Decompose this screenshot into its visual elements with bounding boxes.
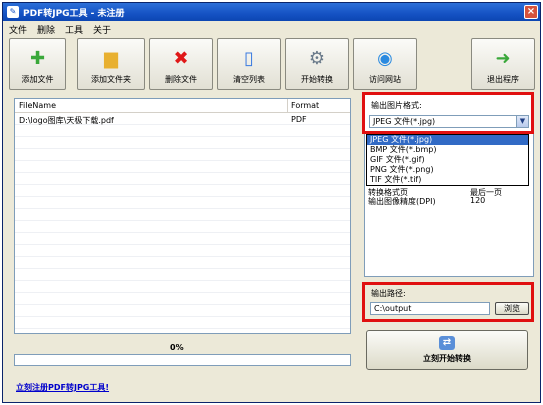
property-value[interactable]: 120 [470,196,485,205]
clear-list-label: 清空列表 [233,75,265,84]
exit-label: 退出程序 [487,75,519,84]
chevron-down-icon[interactable]: ▼ [516,116,528,127]
trash-icon: ▯ [244,47,254,69]
output-path-group: 输出路径: C:\output 浏览 [362,282,534,322]
property-key: 输出图像精度(DPI) [368,197,436,206]
folder-icon: ▆ [104,47,118,69]
output-path-label: 输出路径: [371,289,406,298]
exit-arrow-icon: ➜ [495,47,511,69]
empty-row [15,294,350,305]
empty-row [15,186,350,197]
visit-website-label: 访问网站 [369,75,401,84]
output-format-select[interactable]: JPEG 文件(*.jpg) ▼ [369,115,529,128]
menu-bar: 文件 删除 工具 关于 [3,22,540,36]
add-file-label: 添加文件 [21,75,54,84]
empty-row [15,210,350,221]
column-separator [287,99,288,113]
title-bar: ✎ PDF转JPG工具 - 未注册 × [3,3,540,21]
column-filename[interactable]: FileName [19,101,56,110]
progress-percent: 0% [170,343,184,352]
file-format-cell: PDF [291,115,307,124]
menu-delete[interactable]: 删除 [37,23,55,36]
clear-list-button[interactable]: ▯ 清空列表 [217,38,281,90]
window-title: PDF转JPG工具 - 未注册 [23,8,125,19]
convert-icon: ⇄ [439,336,455,350]
format-option-tif[interactable]: TIF 文件(*.tif) [367,175,528,185]
visit-website-button[interactable]: ◉ 访问网站 [353,38,417,90]
empty-row [15,270,350,281]
delete-file-label: 删除文件 [165,75,197,84]
browse-button[interactable]: 浏览 [495,302,529,315]
empty-row [15,162,350,173]
convert-now-label: 立刻开始转换 [423,354,471,363]
output-format-label: 输出图片格式: [371,101,422,110]
format-option-jpeg[interactable]: JPEG 文件(*.jpg) [367,135,528,145]
empty-row [15,306,350,317]
start-convert-label: 开始转换 [301,75,333,84]
file-list[interactable]: FileName Format D:\logo图库\天极下载.pdf PDF [14,98,351,334]
toolbar: ✚ 添加文件 ▆ 添加文件夹 ✖ 删除文件 ▯ 清空列表 ⚙ 开始转换 ◉ 访问… [9,38,536,92]
output-path-input[interactable]: C:\output [370,302,490,315]
empty-row [15,282,350,293]
empty-row [15,318,350,329]
empty-row [15,150,350,161]
delete-file-button[interactable]: ✖ 删除文件 [149,38,213,90]
table-row[interactable]: D:\logo图库\天极下载.pdf PDF [15,114,350,125]
start-convert-button[interactable]: ⚙ 开始转换 [285,38,349,90]
progress-bar [14,354,351,366]
convert-now-button[interactable]: ⇄ 立刻开始转换 [366,330,528,370]
column-format[interactable]: Format [291,101,319,110]
menu-file[interactable]: 文件 [9,23,27,36]
globe-icon: ◉ [377,47,393,69]
menu-tools[interactable]: 工具 [65,23,83,36]
empty-row [15,246,350,257]
empty-row [15,138,350,149]
register-link[interactable]: 立刻注册PDF转JPG工具! [16,382,109,393]
output-format-dropdown: JPEG 文件(*.jpg) BMP 文件(*.bmp) GIF 文件(*.gi… [366,134,529,186]
format-option-png[interactable]: PNG 文件(*.png) [367,165,528,175]
format-option-gif[interactable]: GIF 文件(*.gif) [367,155,528,165]
empty-row [15,222,350,233]
output-format-group: 输出图片格式: JPEG 文件(*.jpg) ▼ [362,92,534,134]
exit-button[interactable]: ➜ 退出程序 [471,38,535,90]
empty-row [15,126,350,137]
add-file-button[interactable]: ✚ 添加文件 [9,38,66,90]
file-name-cell: D:\logo图库\天极下载.pdf [19,116,114,125]
output-format-value: JPEG 文件(*.jpg) [373,117,436,126]
menu-about[interactable]: 关于 [93,23,111,36]
empty-row [15,198,350,209]
app-logo-icon: ✎ [7,6,19,18]
empty-row [15,234,350,245]
add-folder-button[interactable]: ▆ 添加文件夹 [77,38,145,90]
add-file-icon: ✚ [29,47,46,69]
format-option-bmp[interactable]: BMP 文件(*.bmp) [367,145,528,155]
empty-row [15,258,350,269]
gears-icon: ⚙ [308,47,326,69]
delete-icon: ✖ [173,47,189,69]
file-list-header: FileName Format [15,99,350,113]
add-folder-label: 添加文件夹 [91,75,131,84]
close-button[interactable]: × [524,5,538,19]
empty-row [15,174,350,185]
